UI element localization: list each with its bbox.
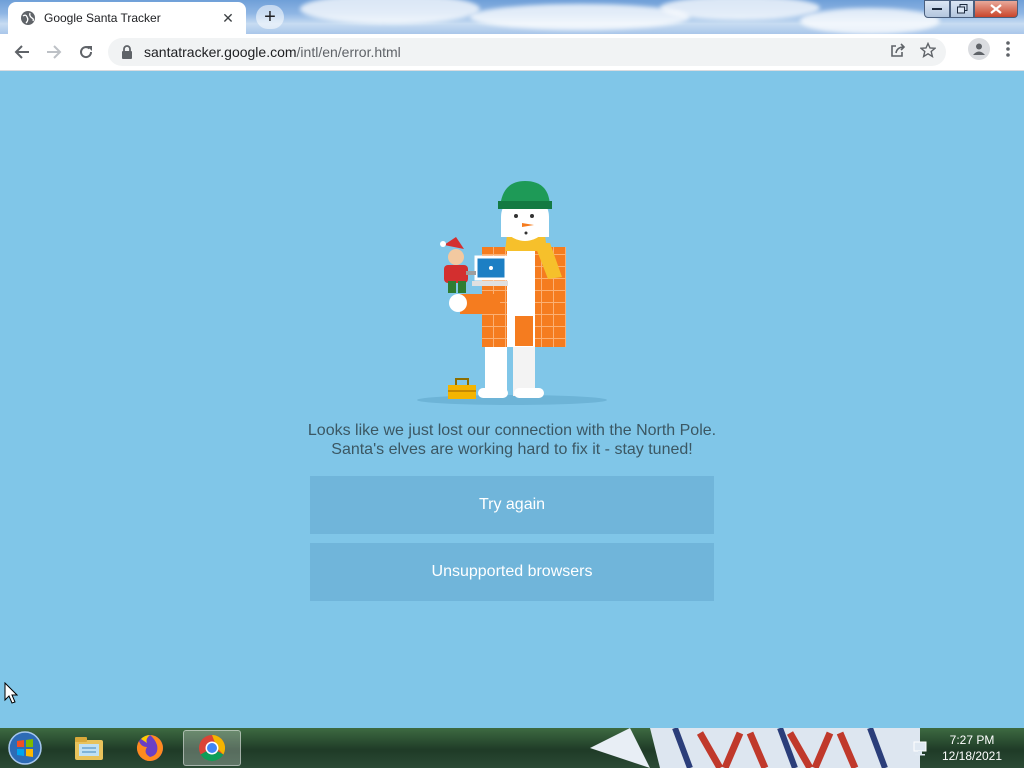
unsupported-browsers-button[interactable]: Unsupported browsers — [310, 543, 714, 601]
restore-button[interactable] — [950, 0, 974, 18]
browser-tab[interactable]: Google Santa Tracker ✕ — [8, 2, 246, 34]
url-text: santatracker.google.com/intl/en/error.ht… — [144, 44, 401, 60]
snowman-elf-illustration — [417, 181, 607, 405]
share-icon[interactable] — [890, 42, 906, 63]
window-titlebar: Google Santa Tracker ✕ + — [0, 0, 1024, 34]
start-button[interactable] — [4, 729, 46, 767]
taskbar-file-explorer[interactable] — [60, 730, 118, 766]
error-page: Looks like we just lost our connection w… — [0, 71, 1024, 728]
taskbar-firefox[interactable] — [121, 730, 179, 766]
new-tab-button[interactable]: + — [256, 5, 284, 29]
address-bar[interactable]: santatracker.google.com/intl/en/error.ht… — [108, 38, 946, 66]
windows-taskbar: 7:27 PM 12/18/2021 — [0, 728, 1024, 768]
url-domain: santatracker.google.com — [144, 44, 297, 60]
back-arrow-icon — [14, 45, 29, 59]
firefox-icon — [136, 735, 163, 761]
error-message-line-2: Santa's elves are working hard to fix it… — [331, 441, 693, 458]
clock-time: 7:27 PM — [949, 733, 995, 747]
file-explorer-icon — [75, 737, 103, 760]
forward-button[interactable] — [40, 38, 68, 66]
error-message: Looks like we just lost our connection w… — [262, 421, 762, 459]
url-path: /intl/en/error.html — [296, 44, 401, 60]
try-again-button[interactable]: Try again — [310, 476, 714, 534]
reload-icon — [80, 46, 93, 59]
close-window-button[interactable] — [974, 0, 1018, 18]
tab-close-icon[interactable]: ✕ — [220, 10, 236, 26]
windows-logo-icon — [8, 731, 42, 765]
forward-arrow-icon — [47, 45, 62, 59]
network-icon[interactable] — [912, 739, 930, 757]
back-button[interactable] — [8, 38, 36, 66]
mouse-cursor-icon — [4, 682, 18, 704]
globe-icon — [20, 10, 36, 26]
clock-date: 12/18/2021 — [941, 749, 1003, 763]
minimize-button[interactable] — [924, 0, 950, 18]
chrome-icon — [199, 734, 226, 762]
wallpaper-art — [590, 728, 920, 768]
system-tray — [912, 728, 930, 768]
profile-avatar-icon[interactable] — [968, 38, 990, 60]
tab-title: Google Santa Tracker — [44, 11, 161, 25]
browser-toolbar: santatracker.google.com/intl/en/error.ht… — [0, 34, 1024, 71]
bookmark-star-icon[interactable] — [919, 41, 937, 63]
lock-icon[interactable] — [120, 45, 134, 59]
taskbar-clock[interactable]: 7:27 PM 12/18/2021 — [936, 732, 1008, 764]
menu-kebab-icon[interactable] — [1000, 39, 1016, 59]
taskbar-chrome[interactable] — [183, 730, 241, 766]
error-message-line-1: Looks like we just lost our connection w… — [307, 422, 717, 439]
reload-button[interactable] — [72, 38, 100, 66]
